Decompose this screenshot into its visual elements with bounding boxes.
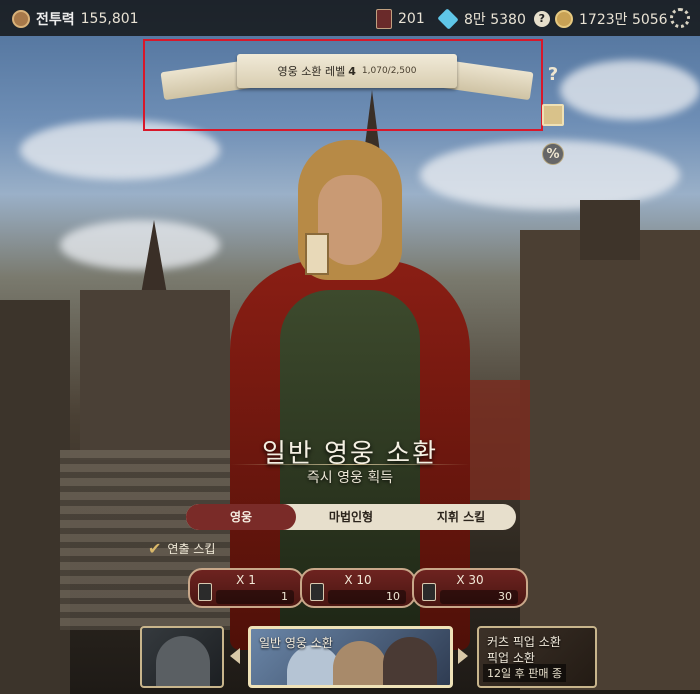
carousel-next-title: 커츠 픽업 소환 픽업 소환 <box>487 634 561 666</box>
card-icon <box>376 9 392 29</box>
coin-icon <box>555 10 573 28</box>
card-count: 201 <box>376 9 425 29</box>
summon-subtitle: 즉시 영웅 획득 <box>306 470 394 486</box>
hero-portrait-2 <box>333 641 387 685</box>
tab-magic-doll[interactable]: 마법인형 <box>296 504 406 530</box>
settings-gear-icon[interactable] <box>670 8 690 28</box>
gift-icon[interactable] <box>542 104 564 126</box>
hero-character <box>230 140 470 650</box>
combat-power-value: 155,801 <box>80 11 139 27</box>
hero-card <box>305 233 329 275</box>
summon-tabs: 영웅 마법인형 지휘 스킬 <box>186 504 516 530</box>
knight-portrait <box>156 636 210 686</box>
percent-icon[interactable]: % <box>542 143 564 165</box>
sword-icon <box>12 10 30 28</box>
summon-x30-cost: 30 <box>440 590 518 604</box>
carousel-left-arrow-icon[interactable] <box>230 648 240 664</box>
summon-x1-button[interactable]: X 1 1 <box>188 568 304 608</box>
gold-count: 1723만 5056 <box>555 9 668 29</box>
card-count-value: 201 <box>398 11 425 27</box>
summon-card-icon <box>198 583 212 601</box>
help-icon[interactable]: ? <box>542 64 564 86</box>
summon-banner-carousel: 일반 영웅 소환 커츠 픽업 소환 픽업 소환 12일 후 판매 종 <box>0 620 700 694</box>
checkmark-icon: ✔ <box>148 539 162 558</box>
summon-x10-button[interactable]: X 10 10 <box>300 568 416 608</box>
carousel-item-next[interactable]: 커츠 픽업 소환 픽업 소환 12일 후 판매 종 <box>477 626 597 688</box>
gem-help-icon[interactable]: ? <box>533 11 550 27</box>
gold-count-value: 1723만 5056 <box>579 12 668 28</box>
top-bar: 전투력 155,801 201 8만 5380 ? 1723만 5056 <box>0 0 700 36</box>
tab-hero[interactable]: 영웅 <box>186 504 296 530</box>
carousel-next-title-line1: 커츠 픽업 소환 <box>487 635 561 649</box>
summon-card-icon <box>310 583 324 601</box>
gem-count: 8만 5380 ? <box>437 8 550 30</box>
carousel-next-timer: 12일 후 판매 종 <box>483 664 567 682</box>
summon-x1-cost: 1 <box>216 590 294 604</box>
carousel-item-previous[interactable] <box>140 626 224 688</box>
summon-x30-button[interactable]: X 30 30 <box>412 568 528 608</box>
summon-x10-cost: 10 <box>328 590 406 604</box>
carousel-current-title: 일반 영웅 소환 <box>259 636 333 650</box>
title-divider <box>230 464 470 465</box>
skip-animation-toggle[interactable]: ✔ 연출 스킵 <box>148 539 215 558</box>
combat-power-label: 전투력 <box>36 12 75 28</box>
hero-portrait-3 <box>383 637 437 685</box>
gem-icon <box>437 8 459 30</box>
carousel-right-arrow-icon[interactable] <box>458 648 468 664</box>
skip-animation-label: 연출 스킵 <box>167 542 216 556</box>
carousel-item-current[interactable]: 일반 영웅 소환 <box>248 626 453 688</box>
highlight-box <box>143 39 543 131</box>
tab-command-skill[interactable]: 지휘 스킬 <box>406 504 516 530</box>
gem-count-value: 8만 5380 <box>464 12 526 28</box>
summon-card-icon <box>422 583 436 601</box>
combat-power: 전투력 155,801 <box>12 9 139 29</box>
